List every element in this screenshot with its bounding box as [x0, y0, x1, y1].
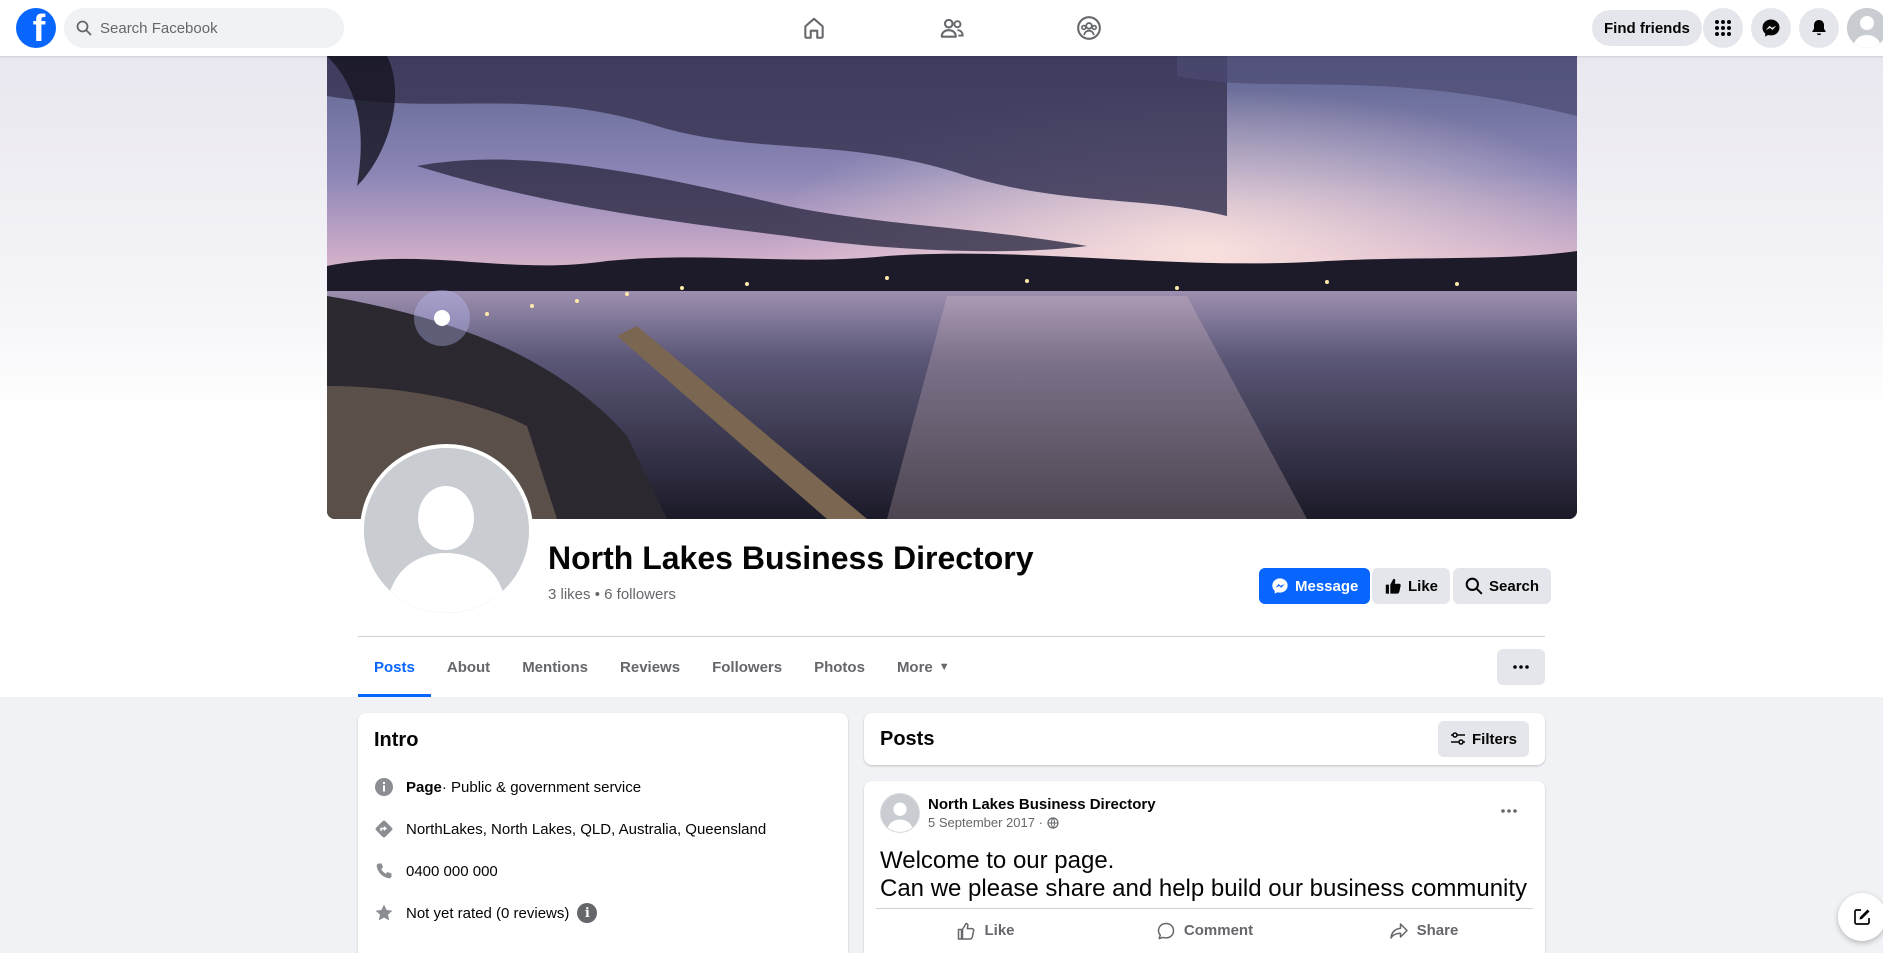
- page-tabs: Posts About Mentions Reviews Followers P…: [358, 637, 966, 697]
- search-icon: [1465, 577, 1483, 595]
- tab-photos[interactable]: Photos: [798, 637, 881, 697]
- page-options-button[interactable]: [1497, 649, 1545, 685]
- friends-icon: [940, 18, 964, 38]
- intro-phone: 0400 000 000: [406, 862, 498, 880]
- tab-followers[interactable]: Followers: [696, 637, 798, 697]
- post-text-line-1: Welcome to our page.: [880, 847, 1115, 874]
- likes-count[interactable]: 3 likes: [548, 586, 591, 603]
- info-icon: [374, 777, 394, 797]
- intro-phone-row[interactable]: 0400 000 000: [374, 850, 832, 892]
- intro-address-row[interactable]: NorthLakes, North Lakes, QLD, Australia,…: [374, 808, 832, 850]
- post-date-row: 5 September 2017 ·: [928, 815, 1156, 830]
- message-button[interactable]: Message: [1259, 568, 1371, 604]
- messenger-button[interactable]: [1751, 8, 1791, 48]
- search-label: Search: [1489, 577, 1540, 595]
- globe-icon: [1047, 816, 1059, 829]
- profile-picture[interactable]: [360, 444, 533, 617]
- top-navigation-bar: f Find friends: [0, 0, 1883, 56]
- post-options-button[interactable]: [1497, 799, 1521, 823]
- thumbs-up-icon: [1385, 578, 1401, 594]
- facebook-logo-letter: f: [32, 8, 46, 48]
- home-icon: [804, 17, 824, 39]
- tab-about[interactable]: About: [431, 637, 506, 697]
- post-header: North Lakes Business Directory 5 Septemb…: [880, 793, 1529, 833]
- like-label: Like: [1408, 577, 1439, 595]
- intro-page-label: Page: [406, 778, 442, 796]
- stats-separator: •: [594, 586, 600, 603]
- more-dots-icon: [1501, 809, 1517, 813]
- bell-icon: [1812, 20, 1826, 36]
- menu-grid-icon: [1715, 20, 1731, 36]
- tab-more-label: More: [896, 658, 933, 676]
- post-date[interactable]: 5 September 2017 ·: [928, 815, 1043, 830]
- facebook-logo[interactable]: f: [16, 8, 56, 48]
- nav-home[interactable]: [765, 0, 863, 56]
- default-avatar-icon: [881, 794, 919, 832]
- intro-title: Intro: [374, 729, 419, 751]
- post-meta: North Lakes Business Directory 5 Septemb…: [928, 796, 1156, 830]
- groups-icon: [1077, 16, 1101, 40]
- post-body: Welcome to our page. Can we please share…: [880, 847, 1529, 903]
- messenger-icon: [1272, 578, 1288, 594]
- post-like-label: Like: [984, 922, 1015, 939]
- menu-button[interactable]: [1703, 8, 1743, 48]
- page-stats: 3 likes • 6 followers: [548, 586, 676, 603]
- message-label: Message: [1295, 577, 1359, 595]
- messenger-icon: [1762, 19, 1780, 37]
- tab-reviews[interactable]: Reviews: [604, 637, 696, 697]
- post-author-avatar[interactable]: [880, 793, 920, 833]
- new-message-button[interactable]: [1838, 893, 1883, 941]
- rating-info-icon[interactable]: i: [577, 903, 598, 923]
- filters-icon: [1450, 732, 1465, 745]
- like-page-button[interactable]: Like: [1372, 568, 1451, 604]
- filters-button[interactable]: Filters: [1437, 721, 1529, 757]
- search-box[interactable]: [64, 8, 344, 48]
- default-profile-silhouette: [364, 448, 529, 613]
- phone-icon: [374, 861, 394, 881]
- thumbs-up-outline-icon: [958, 922, 975, 940]
- default-avatar-icon: [1847, 8, 1883, 48]
- intro-rating: Not yet rated (0 reviews): [406, 904, 570, 922]
- tab-posts[interactable]: Posts: [358, 637, 431, 697]
- compose-icon: [1854, 909, 1870, 925]
- post-card: North Lakes Business Directory 5 Septemb…: [864, 781, 1545, 953]
- more-dots-icon: [1513, 665, 1529, 669]
- share-icon: [1389, 922, 1408, 939]
- tab-mentions[interactable]: Mentions: [506, 637, 604, 697]
- intro-card: Intro Page · Public & government service…: [358, 713, 848, 953]
- post-author-name[interactable]: North Lakes Business Directory: [928, 796, 1156, 813]
- intro-address: NorthLakes, North Lakes, QLD, Australia,…: [406, 820, 767, 838]
- post-comment-button[interactable]: Comment: [1095, 909, 1314, 952]
- intro-category: · Public & government service: [441, 778, 642, 796]
- search-page-button[interactable]: Search: [1453, 568, 1552, 604]
- intro-category-row: Page · Public & government service: [374, 766, 832, 808]
- star-icon: [374, 903, 394, 923]
- followers-count[interactable]: 6 followers: [604, 586, 676, 603]
- post-text-line-2: Can we please share and help build our b…: [880, 875, 1528, 902]
- intro-rating-row: Not yet rated (0 reviews) i: [374, 892, 832, 934]
- post-comment-label: Comment: [1183, 922, 1254, 939]
- cover-photo[interactable]: [327, 56, 1577, 519]
- caret-down-icon: ▼: [938, 661, 950, 673]
- search-input[interactable]: [100, 19, 320, 37]
- post-share-label: Share: [1416, 922, 1459, 939]
- directions-icon: [374, 819, 394, 839]
- notifications-button[interactable]: [1799, 8, 1839, 48]
- page-title: North Lakes Business Directory: [548, 540, 1034, 576]
- comment-icon: [1157, 922, 1175, 939]
- posts-title: Posts: [880, 727, 935, 750]
- nav-groups[interactable]: [1040, 0, 1138, 56]
- tab-more[interactable]: More ▼: [881, 637, 966, 697]
- cover-lake-sunset-image: [327, 56, 1577, 519]
- posts-header-card: Posts Filters: [864, 713, 1545, 765]
- post-share-button[interactable]: Share: [1314, 909, 1533, 952]
- nav-friends[interactable]: [903, 0, 1001, 56]
- find-friends-button[interactable]: Find friends: [1592, 10, 1702, 46]
- account-avatar[interactable]: [1847, 8, 1883, 48]
- post-like-button[interactable]: Like: [876, 909, 1095, 952]
- filters-label: Filters: [1471, 730, 1517, 748]
- post-actions: Like Comment Share: [876, 908, 1533, 952]
- search-icon: [76, 20, 92, 36]
